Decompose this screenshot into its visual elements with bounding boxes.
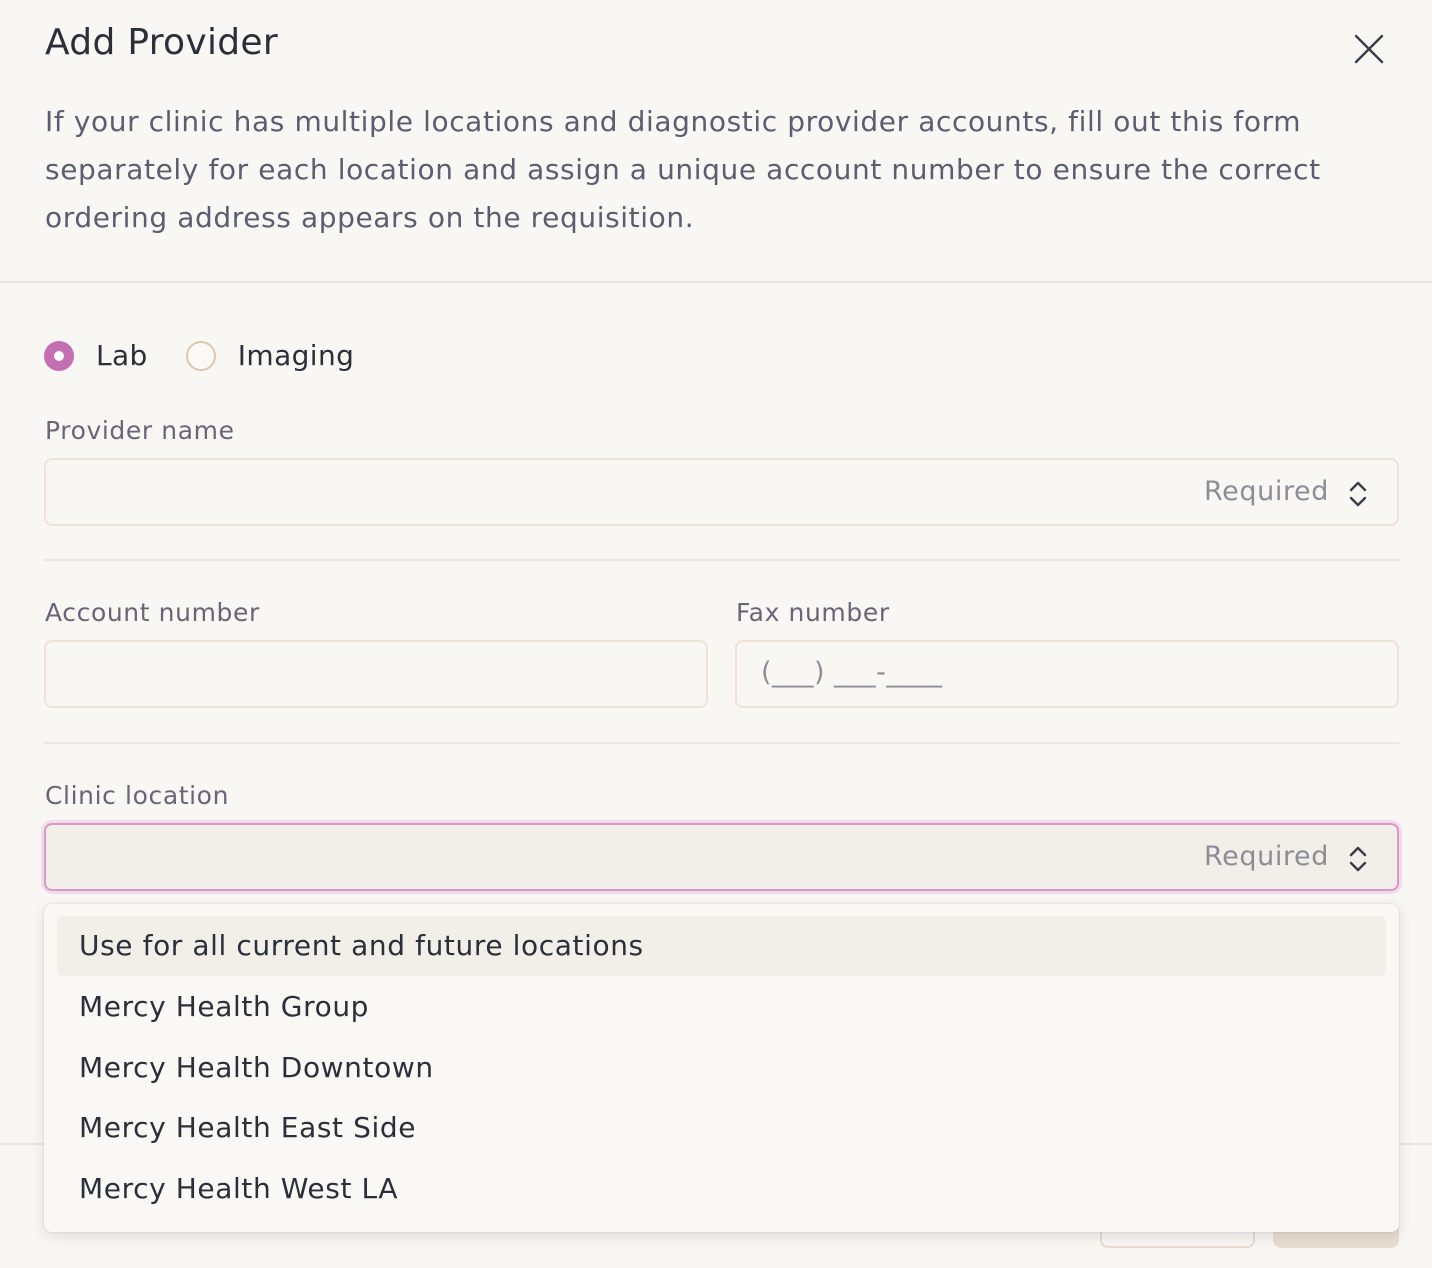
section-divider xyxy=(44,742,1399,744)
modal-title: Add Provider xyxy=(45,22,278,63)
fax-number-mask: (___) ___-____ xyxy=(761,657,943,688)
provider-name-select[interactable]: Required xyxy=(44,458,1399,526)
dropdown-option[interactable]: Mercy Health Group xyxy=(57,977,1386,1037)
dropdown-option[interactable]: Use for all current and future locations xyxy=(57,916,1386,976)
clinic-location-placeholder: Required xyxy=(1204,841,1329,872)
dropdown-option[interactable]: Mercy Health Downtown xyxy=(57,1038,1386,1098)
imaging-radio-label[interactable]: Imaging xyxy=(238,339,355,372)
section-divider xyxy=(44,559,1399,561)
add-provider-modal: Add Provider If your clinic has multiple… xyxy=(0,0,1432,1268)
chevron-up-down-icon xyxy=(1349,846,1367,872)
provider-type-radio-group: Lab Imaging xyxy=(44,339,354,372)
header-divider xyxy=(0,281,1432,283)
close-button[interactable] xyxy=(1350,30,1388,68)
lab-radio[interactable] xyxy=(44,340,74,371)
imaging-radio[interactable] xyxy=(185,340,216,371)
clinic-location-select[interactable]: Required xyxy=(44,823,1399,891)
provider-name-placeholder: Required xyxy=(1204,476,1329,507)
account-number-label: Account number xyxy=(45,598,260,627)
lab-radio-label[interactable]: Lab xyxy=(96,339,148,372)
clinic-location-dropdown: Use for all current and future locations… xyxy=(44,904,1399,1232)
provider-name-label: Provider name xyxy=(45,416,235,445)
fax-number-input[interactable]: (___) ___-____ xyxy=(735,640,1399,708)
clinic-location-label: Clinic location xyxy=(45,781,230,810)
account-number-input[interactable] xyxy=(44,640,708,708)
dropdown-option[interactable]: Mercy Health West LA xyxy=(57,1159,1386,1219)
modal-description: If your clinic has multiple locations an… xyxy=(45,105,1321,234)
chevron-up-down-icon xyxy=(1349,481,1367,507)
fax-number-label: Fax number xyxy=(736,598,890,627)
dropdown-option[interactable]: Mercy Health East Side xyxy=(57,1098,1386,1158)
close-icon xyxy=(1354,34,1384,64)
